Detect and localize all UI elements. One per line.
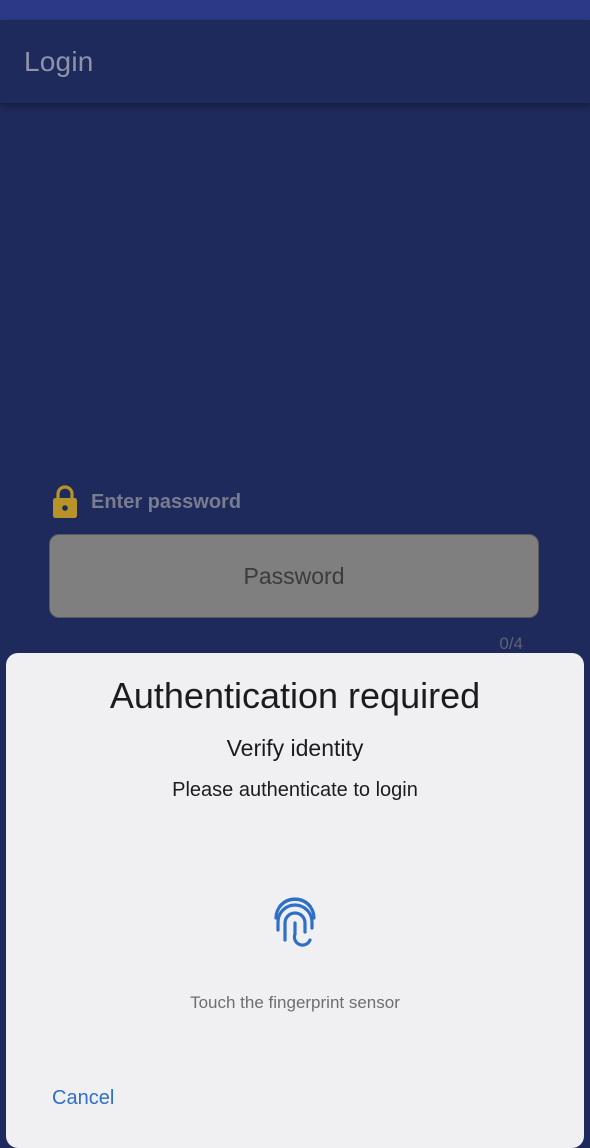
lock-icon xyxy=(50,484,80,520)
password-input[interactable] xyxy=(49,534,539,618)
fingerprint-icon[interactable] xyxy=(272,896,318,952)
dialog-description: Please authenticate to login xyxy=(172,779,418,801)
password-label: Enter password xyxy=(91,490,242,513)
app-bar: Login xyxy=(0,20,590,103)
status-bar xyxy=(0,0,590,20)
fingerprint-hint: Touch the fingerprint sensor xyxy=(190,993,400,1012)
authentication-dialog: Authentication required Verify identity … xyxy=(6,653,584,1148)
cancel-button[interactable]: Cancel xyxy=(46,1083,120,1114)
dialog-title: Authentication required xyxy=(109,675,481,716)
page-title: Login xyxy=(24,46,94,77)
password-label-row: Enter password xyxy=(50,484,241,520)
dialog-subtitle: Verify identity xyxy=(226,735,364,761)
character-counter: 0/4 xyxy=(499,634,523,653)
